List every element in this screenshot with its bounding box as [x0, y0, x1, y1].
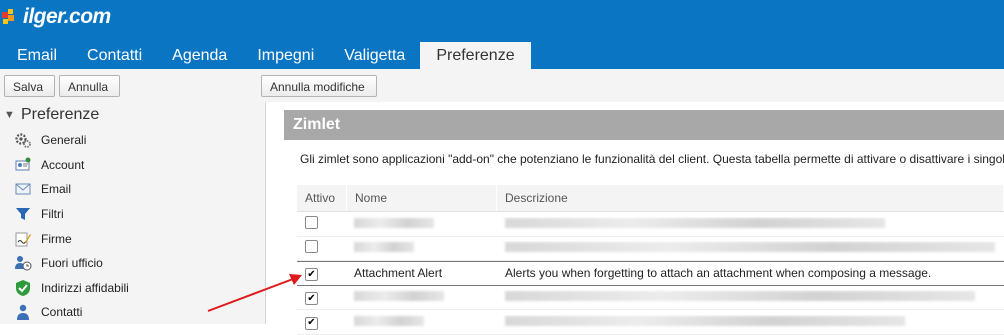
zimlet-name-redacted — [347, 217, 497, 231]
table-row[interactable]: ✔ Attachment Alert Alerts you when forge… — [297, 261, 1004, 286]
sidebar-list: Generali Account Email Filtri Firme Fuor… — [14, 128, 129, 325]
filter-icon — [14, 205, 32, 223]
pane-splitter[interactable] — [256, 102, 266, 324]
section-description: Gli zimlet sono applicazioni "add-on" ch… — [300, 152, 1004, 166]
sidebar-item-indirizzi-affidabili[interactable]: Indirizzi affidabili — [14, 276, 129, 301]
sidebar-title: Preferenze — [21, 106, 100, 123]
app-tabs: Email Contatti Agenda Impegni Valigetta … — [0, 42, 531, 69]
puzzle-logo-icon — [0, 6, 22, 28]
sidebar-item-label: Contatti — [41, 305, 83, 320]
enable-checkbox[interactable]: ✔ — [305, 292, 318, 305]
sidebar-item-account[interactable]: Account — [14, 153, 129, 178]
contact-person-icon — [14, 303, 32, 321]
enable-checkbox[interactable] — [305, 215, 318, 229]
column-header-name[interactable]: Nome — [347, 185, 497, 211]
enable-checkbox[interactable] — [305, 240, 318, 254]
sidebar-item-generali[interactable]: Generali — [14, 128, 129, 153]
sidebar-item-email[interactable]: Email — [14, 177, 129, 202]
enable-checkbox[interactable]: ✔ — [305, 268, 318, 281]
sidebar-item-label: Firme — [41, 231, 72, 246]
shield-check-icon — [14, 279, 32, 297]
preferences-sidebar: ▼ Preferenze Generali Account Email Filt… — [0, 102, 256, 324]
sidebar-item-label: Email — [41, 182, 72, 197]
collapse-caret-icon[interactable]: ▼ — [4, 109, 17, 121]
tab-valigetta[interactable]: Valigetta — [329, 42, 420, 69]
zimlet-name-redacted — [347, 290, 497, 304]
zimlet-description-redacted — [497, 217, 1004, 231]
cancel-button[interactable]: Annulla — [59, 75, 120, 97]
brand-logo[interactable]: ilger.com — [0, 2, 111, 32]
zimlet-table: Attivo Nome Descrizione ✔ Attachment Ale… — [297, 185, 1004, 335]
table-row[interactable]: ✔ — [297, 310, 1004, 335]
table-row[interactable]: ✔ — [297, 286, 1004, 310]
signature-pen-icon — [14, 230, 32, 248]
tab-agenda[interactable]: Agenda — [157, 42, 242, 69]
zimlet-description-redacted — [497, 241, 1004, 255]
envelope-icon — [14, 180, 32, 198]
app-header: ilger.com Email Contatti Agenda Impegni … — [0, 0, 1004, 69]
enable-checkbox[interactable]: ✔ — [305, 316, 318, 330]
tab-contatti[interactable]: Contatti — [72, 42, 157, 69]
column-header-active[interactable]: Attivo — [297, 185, 347, 211]
zimlet-description-redacted — [497, 315, 1004, 329]
sidebar-item-label: Account — [41, 157, 85, 172]
sidebar-item-firme[interactable]: Firme — [14, 226, 129, 251]
section-title: Zimlet — [284, 110, 1004, 140]
sidebar-header[interactable]: ▼ Preferenze — [4, 106, 99, 124]
sidebar-item-label: Filtri — [41, 207, 64, 222]
main-panel: Zimlet Gli zimlet sono applicazioni "add… — [267, 102, 1004, 335]
zimlet-description: Alerts you when forgetting to attach an … — [505, 266, 932, 281]
sidebar-item-label: Generali — [41, 133, 87, 148]
zimlet-name-redacted — [347, 241, 497, 255]
toolbar: Salva Annulla Annulla modifiche — [0, 69, 1004, 102]
column-header-description[interactable]: Descrizione — [497, 185, 1004, 211]
tab-impegni[interactable]: Impegni — [242, 42, 329, 69]
sidebar-item-label: Fuori ufficio — [41, 256, 103, 271]
gears-icon — [14, 131, 32, 149]
zimlet-description-redacted — [497, 290, 1004, 304]
table-header: Attivo Nome Descrizione — [297, 185, 1004, 212]
tab-email[interactable]: Email — [0, 42, 72, 69]
tab-preferenze[interactable]: Preferenze — [420, 42, 531, 69]
sidebar-item-fuori-ufficio[interactable]: Fuori ufficio — [14, 251, 129, 276]
sidebar-item-label: Indirizzi affidabili — [41, 280, 129, 295]
sidebar-item-filtri[interactable]: Filtri — [14, 202, 129, 227]
save-button[interactable]: Salva — [4, 75, 55, 97]
account-icon — [14, 156, 32, 174]
out-of-office-icon — [14, 254, 32, 272]
undo-changes-button[interactable]: Annulla modifiche — [261, 75, 377, 97]
table-row[interactable] — [297, 212, 1004, 237]
zimlet-name-redacted — [347, 315, 497, 329]
table-row[interactable] — [297, 237, 1004, 261]
brand-name: ilger.com — [23, 5, 111, 28]
sidebar-item-contatti[interactable]: Contatti — [14, 300, 129, 325]
zimlet-name: Attachment Alert — [354, 266, 443, 281]
